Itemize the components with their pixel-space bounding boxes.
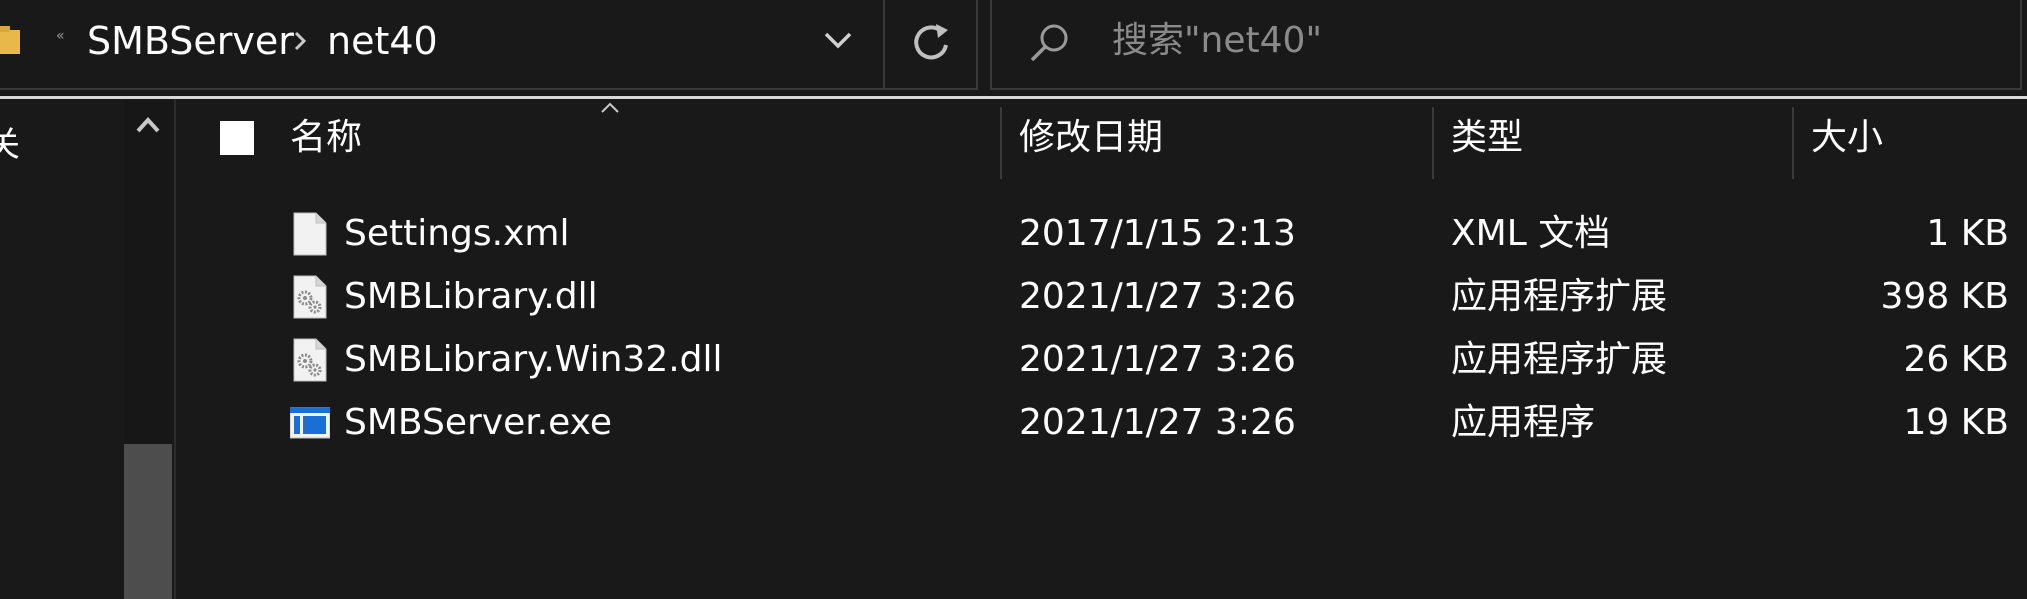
file-size: 26 KB — [1903, 339, 2009, 380]
scroll-up-arrow-icon[interactable] — [130, 111, 166, 139]
file-name[interactable]: SMBLibrary.Win32.dll — [344, 337, 723, 383]
file-name[interactable]: Settings.xml — [344, 211, 569, 257]
breadcrumb-overflow-icon[interactable]: « — [56, 28, 65, 44]
refresh-icon[interactable] — [906, 18, 956, 68]
xml-document-icon — [293, 212, 327, 256]
search-input[interactable]: 搜索"net40" — [990, 0, 2022, 90]
address-bar[interactable]: « SMBServer net40 — [0, 0, 978, 90]
column-divider[interactable] — [1792, 107, 1794, 179]
folder-icon — [0, 26, 20, 54]
chevron-down-icon[interactable] — [810, 22, 866, 62]
file-size: 1 KB — [1926, 213, 2009, 254]
file-name[interactable]: SMBServer.exe — [344, 400, 612, 446]
breadcrumb-item-smbserver[interactable]: SMBServer — [87, 18, 294, 64]
file-type: 应用程序扩展 — [1451, 276, 1668, 317]
toolbar: « SMBServer net40 搜索"net40" — [0, 0, 2027, 99]
file-modified: 2017/1/15 2:13 — [1019, 213, 1296, 254]
chevron-right-icon[interactable] — [290, 28, 310, 54]
exe-application-icon — [290, 407, 330, 439]
column-divider[interactable] — [1000, 107, 1002, 179]
file-row[interactable]: SMBServer.exe 2021/1/27 3:26 应用程序 19 KB — [176, 392, 2027, 454]
column-header-row: 名称 修改日期 类型 大小 — [176, 99, 2027, 179]
file-type: 应用程序 — [1451, 402, 1596, 443]
navigation-pane: 关 — [0, 99, 176, 599]
column-header-size[interactable]: 大小 — [1811, 115, 1883, 161]
file-row[interactable]: SMBLibrary.Win32.dll 2021/1/27 3:26 应用程序… — [176, 329, 2027, 391]
file-row[interactable]: SMBLibrary.dll 2021/1/27 3:26 应用程序扩展 398… — [176, 266, 2027, 328]
nav-scrollbar-thumb[interactable] — [124, 444, 172, 599]
column-divider[interactable] — [1432, 107, 1434, 179]
file-type: 应用程序扩展 — [1451, 339, 1668, 380]
file-name[interactable]: SMBLibrary.dll — [344, 274, 598, 320]
dll-gear-icon — [293, 275, 327, 319]
file-type: XML 文档 — [1451, 213, 1611, 254]
search-placeholder: 搜索"net40" — [1112, 20, 1323, 61]
file-explorer-window: « SMBServer net40 搜索"net40" 关 名称 修改日期 类型… — [0, 0, 2027, 599]
nav-item-label[interactable]: 关 — [0, 117, 20, 166]
file-modified: 2021/1/27 3:26 — [1019, 276, 1296, 317]
search-icon — [1030, 24, 1068, 62]
column-header-name[interactable]: 名称 — [290, 115, 362, 161]
column-header-type[interactable]: 类型 — [1451, 115, 1523, 161]
file-list: 名称 修改日期 类型 大小 Settings.xml 2017/1/15 2:1… — [176, 99, 2027, 599]
dll-gear-icon — [293, 338, 327, 382]
sort-ascending-icon — [601, 102, 619, 113]
file-size: 19 KB — [1903, 402, 2009, 443]
column-header-modified[interactable]: 修改日期 — [1019, 115, 1163, 161]
file-row[interactable]: Settings.xml 2017/1/15 2:13 XML 文档 1 KB — [176, 203, 2027, 265]
breadcrumb-item-net40[interactable]: net40 — [327, 18, 438, 64]
file-modified: 2021/1/27 3:26 — [1019, 402, 1296, 443]
file-size: 398 KB — [1880, 276, 2009, 317]
toolbar-divider — [883, 0, 885, 88]
file-modified: 2021/1/27 3:26 — [1019, 339, 1296, 380]
select-all-checkbox[interactable] — [220, 121, 254, 155]
